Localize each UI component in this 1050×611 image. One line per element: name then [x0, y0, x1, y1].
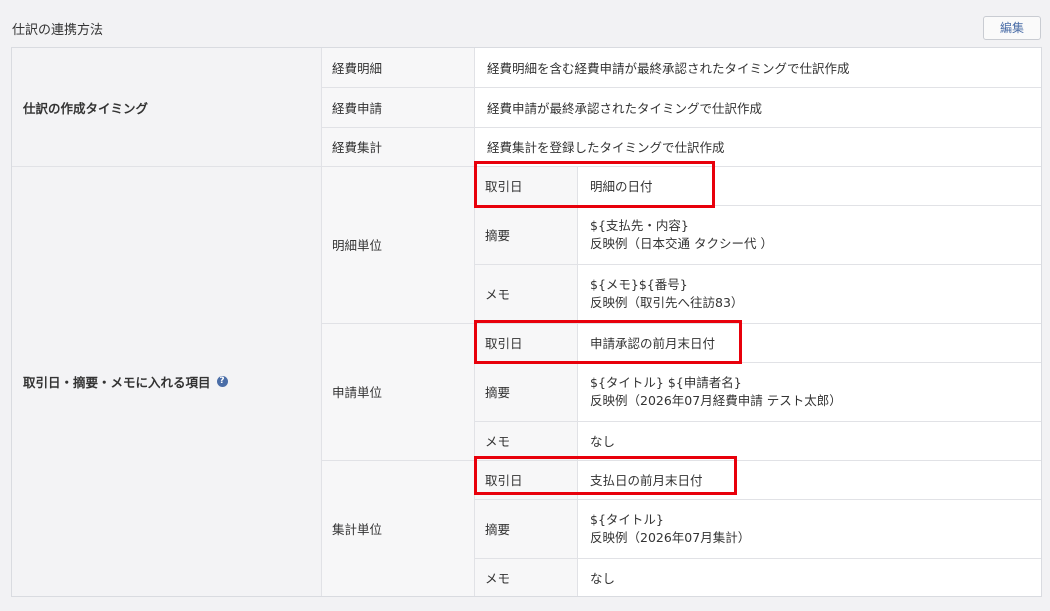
timing-type-1: 経費申請	[322, 87, 475, 127]
divider	[577, 166, 578, 596]
summary-template-2: ${タイトル}	[590, 511, 664, 527]
help-icon[interactable]: ?	[216, 375, 228, 387]
timing-header-label: 仕訳の作成タイミング	[23, 100, 149, 116]
divider	[475, 421, 1041, 422]
memo-example-0: 反映例（取引先へ往訪83）	[590, 294, 744, 310]
memo-value-2: なし	[578, 558, 1041, 596]
summary-label-0: 摘要	[475, 205, 578, 264]
timing-header: 仕訳の作成タイミング	[12, 48, 322, 166]
summary-template-0: ${支払先・内容}	[590, 217, 689, 233]
timing-type-2: 経費集計	[322, 127, 475, 166]
memo-label-1: メモ	[475, 421, 578, 460]
memo-label-0: メモ	[475, 264, 578, 323]
summary-value-1: ${タイトル} ${申請者名} 反映例（2026年07月経費申請 テスト太郎）	[578, 362, 1041, 421]
divider	[322, 127, 1041, 128]
memo-template-0: ${メモ}${番号}	[590, 276, 688, 292]
edit-button[interactable]: 編集	[983, 16, 1041, 40]
timing-desc-1: 経費申請が最終承認されたタイミングで仕訳作成	[475, 87, 1041, 127]
memo-value-0: ${メモ}${番号} 反映例（取引先へ往訪83）	[578, 264, 1041, 323]
divider	[321, 48, 322, 596]
summary-value-0: ${支払先・内容} 反映例（日本交通 タクシー代 ）	[578, 205, 1041, 264]
summary-label-1: 摘要	[475, 362, 578, 421]
items-header-label: 取引日・摘要・メモに入れる項目	[23, 374, 211, 390]
divider	[322, 87, 1041, 88]
items-header: 取引日・摘要・メモに入れる項目 ?	[12, 166, 322, 596]
highlight-box	[474, 161, 715, 208]
divider	[475, 558, 1041, 559]
divider	[475, 264, 1041, 265]
divider	[475, 499, 1041, 500]
highlight-box	[474, 320, 742, 364]
highlight-box	[474, 456, 737, 495]
summary-example-2: 反映例（2026年07月集計）	[590, 529, 751, 545]
timing-type-0: 経費明細	[322, 48, 475, 87]
summary-value-2: ${タイトル} 反映例（2026年07月集計）	[578, 499, 1041, 558]
summary-label-2: 摘要	[475, 499, 578, 558]
summary-template-1: ${タイトル} ${申請者名}	[590, 374, 742, 390]
summary-example-0: 反映例（日本交通 タクシー代 ）	[590, 235, 773, 251]
section-title: 仕訳の連携方法	[12, 23, 104, 38]
memo-value-1: なし	[578, 421, 1041, 460]
unit-label-0: 明細単位	[322, 166, 475, 323]
summary-example-1: 反映例（2026年07月経費申請 テスト太郎）	[590, 392, 842, 408]
unit-label-2: 集計単位	[322, 460, 475, 596]
memo-label-2: メモ	[475, 558, 578, 596]
timing-desc-0: 経費明細を含む経費申請が最終承認されたタイミングで仕訳作成	[475, 48, 1041, 87]
unit-label-1: 申請単位	[322, 323, 475, 460]
